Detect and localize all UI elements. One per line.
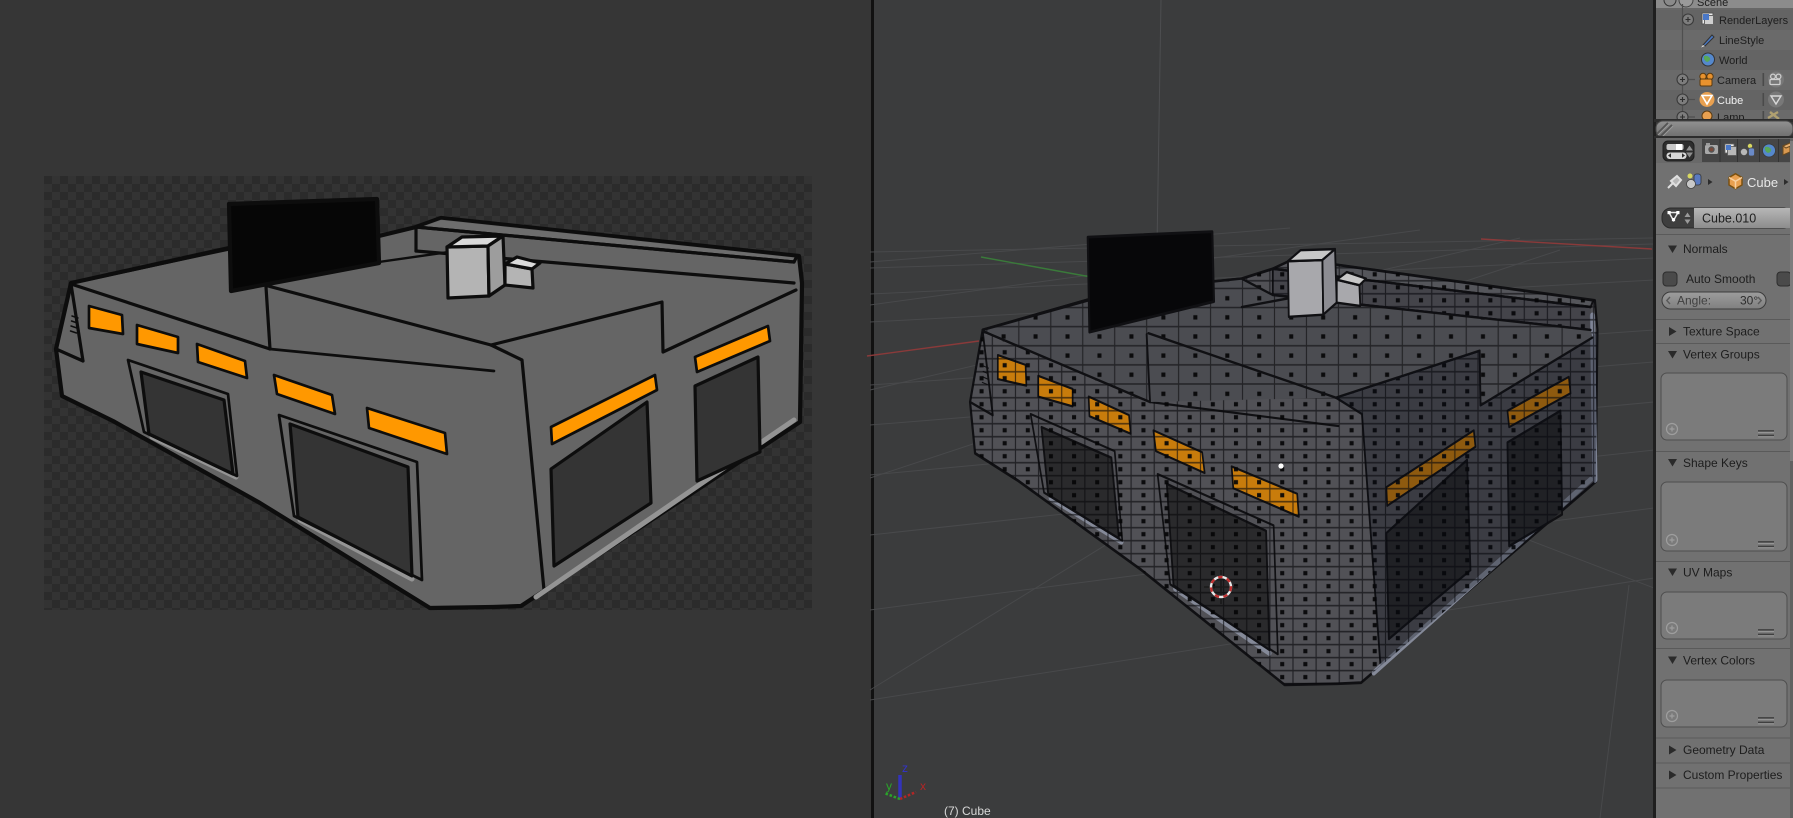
svg-text:z: z [902,761,908,775]
svg-text:Auto Smooth: Auto Smooth [1686,272,1755,286]
svg-text:Shape Keys: Shape Keys [1683,456,1748,470]
svg-text:RenderLayers: RenderLayers [1719,15,1789,27]
svg-text:Custom Properties: Custom Properties [1683,768,1782,782]
svg-text:Normals: Normals [1683,242,1728,256]
svg-text:30°: 30° [1740,294,1758,308]
svg-text:Texture Space: Texture Space [1683,325,1760,339]
svg-text:(7) Cube: (7) Cube [944,804,991,818]
svg-text:UV Maps: UV Maps [1683,566,1732,580]
svg-text:Cube: Cube [1747,175,1778,190]
svg-text:y: y [886,779,892,793]
svg-text:Camera: Camera [1717,75,1757,87]
svg-text:LineStyle: LineStyle [1719,35,1764,47]
svg-text:Cube.010: Cube.010 [1702,212,1756,226]
svg-text:Angle:: Angle: [1677,294,1711,308]
svg-text:World: World [1719,55,1748,67]
svg-text:Geometry Data: Geometry Data [1683,743,1765,757]
svg-text:Vertex Groups: Vertex Groups [1683,348,1760,362]
svg-text:Scene: Scene [1697,0,1728,9]
svg-text:Vertex Colors: Vertex Colors [1683,654,1755,668]
svg-text:x: x [920,779,926,793]
svg-text:Cube: Cube [1717,95,1743,107]
